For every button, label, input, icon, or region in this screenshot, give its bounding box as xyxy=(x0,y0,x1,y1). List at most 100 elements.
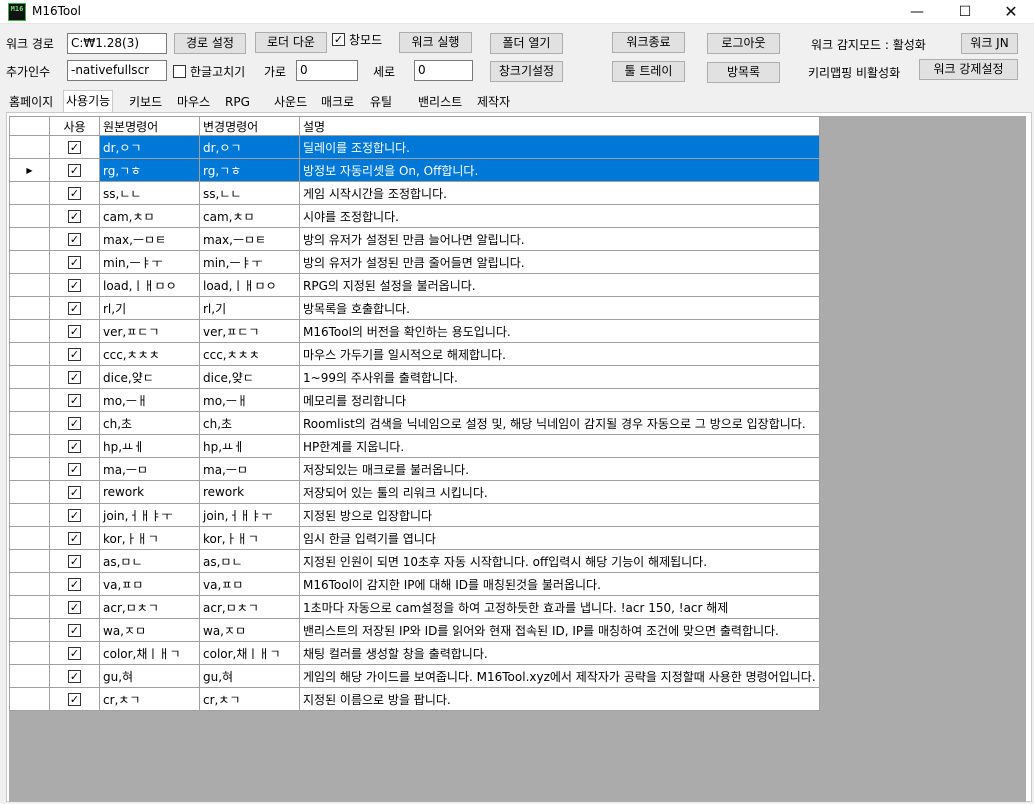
window-size-settings-button[interactable]: 창크기설정 xyxy=(490,61,563,82)
table-row[interactable]: ✓ dice,얒ㄷ dice,얒ㄷ 1~99의 주사위를 출력합니다. xyxy=(9,365,820,389)
table-row[interactable]: ✓ ccc,ㅊㅊㅊ ccc,ㅊㅊㅊ 마우스 가두기를 일시적으로 해제합니다. xyxy=(9,342,820,366)
close-icon[interactable]: ✕ xyxy=(988,0,1034,24)
description-cell[interactable]: Roomlist의 검색을 닉네임으로 설정 및, 해당 닉네임이 감지될 경우… xyxy=(299,411,820,435)
description-cell[interactable]: 밴리스트의 저장된 IP와 ID를 읽어와 현재 접속된 ID, IP를 매칭하… xyxy=(299,618,820,642)
table-row[interactable]: ✓ rl,기 rl,기 방목록을 호출합니다. xyxy=(9,296,820,320)
use-checkbox[interactable]: ✓ xyxy=(68,532,81,545)
row-header[interactable] xyxy=(9,204,50,228)
set-path-button[interactable]: 경로 설정 xyxy=(174,33,246,54)
use-checkbox[interactable]: ✓ xyxy=(68,624,81,637)
changed-command-cell[interactable]: rg,ㄱㅎ xyxy=(199,158,300,182)
row-header[interactable] xyxy=(9,250,50,274)
original-command-cell[interactable]: as,ㅁㄴ xyxy=(99,549,200,573)
original-command-cell[interactable]: cr,ㅊㄱ xyxy=(99,687,200,711)
column-header-original-command[interactable]: 원본명령어 xyxy=(99,116,200,136)
description-cell[interactable]: 방목록을 호출합니다. xyxy=(299,296,820,320)
tab-features[interactable]: 사용기능 xyxy=(63,90,114,113)
row-header[interactable] xyxy=(9,572,50,596)
use-checkbox[interactable]: ✓ xyxy=(68,187,81,200)
room-list-button[interactable]: 방목록 xyxy=(707,62,780,83)
original-command-cell[interactable]: rework xyxy=(99,480,200,504)
loader-download-button[interactable]: 로더 다운 xyxy=(255,32,327,53)
table-row[interactable]: ✓ acr,ㅁㅊㄱ acr,ㅁㅊㄱ 1초마다 자동으로 cam설정을 하여 고정하듯한… xyxy=(9,595,820,619)
description-cell[interactable]: RPG의 지정된 설정을 불러옵니다. xyxy=(299,273,820,297)
row-header[interactable]: ▶ xyxy=(9,158,50,182)
row-header[interactable] xyxy=(9,457,50,481)
changed-command-cell[interactable]: rework xyxy=(199,480,300,504)
table-row[interactable]: ✓ ch,초 ch,초 Roomlist의 검색을 닉네임으로 설정 및, 해당 닉네… xyxy=(9,411,820,435)
description-cell[interactable]: 지정된 이름으로 방을 팝니다. xyxy=(299,687,820,711)
width-field[interactable]: 0 xyxy=(296,60,358,81)
use-checkbox[interactable]: ✓ xyxy=(68,394,81,407)
use-checkbox[interactable]: ✓ xyxy=(68,348,81,361)
table-row[interactable]: ✓ kor,ㅏㅐㄱ kor,ㅏㅐㄱ 임시 한글 입력기를 엽니다 xyxy=(9,526,820,550)
changed-command-cell[interactable]: hp,ㅛㅔ xyxy=(199,434,300,458)
description-cell[interactable]: 시야를 조정합니다. xyxy=(299,204,820,228)
row-header[interactable] xyxy=(9,434,50,458)
row-header[interactable] xyxy=(9,135,50,159)
table-row[interactable]: ✓ va,ㅍㅁ va,ㅍㅁ M16Tool이 감지한 IP에 대해 ID를 매칭된것을… xyxy=(9,572,820,596)
row-header[interactable] xyxy=(9,687,50,711)
changed-command-cell[interactable]: min,ㅡㅑㅜ xyxy=(199,250,300,274)
changed-command-cell[interactable]: kor,ㅏㅐㄱ xyxy=(199,526,300,550)
changed-command-cell[interactable]: ccc,ㅊㅊㅊ xyxy=(199,342,300,366)
row-header[interactable] xyxy=(9,618,50,642)
row-header[interactable] xyxy=(9,595,50,619)
changed-command-cell[interactable]: cam,ㅊㅁ xyxy=(199,204,300,228)
use-checkbox[interactable]: ✓ xyxy=(68,647,81,660)
force-settings-button[interactable]: 워크 강제설정 xyxy=(919,59,1018,80)
table-row[interactable]: ✓ cam,ㅊㅁ cam,ㅊㅁ 시야를 조정합니다. xyxy=(9,204,820,228)
changed-command-cell[interactable]: va,ㅍㅁ xyxy=(199,572,300,596)
use-checkbox[interactable]: ✓ xyxy=(68,509,81,522)
row-header[interactable] xyxy=(9,319,50,343)
column-header-changed-command[interactable]: 변경명령어 xyxy=(199,116,300,136)
description-cell[interactable]: 방정보 자동리셋을 On, Off합니다. xyxy=(299,158,820,182)
original-command-cell[interactable]: min,ㅡㅑㅜ xyxy=(99,250,200,274)
changed-command-cell[interactable]: join,ㅓㅐㅑㅜ xyxy=(199,503,300,527)
row-header[interactable] xyxy=(9,641,50,665)
changed-command-cell[interactable]: as,ㅁㄴ xyxy=(199,549,300,573)
changed-command-cell[interactable]: dice,얒ㄷ xyxy=(199,365,300,389)
use-checkbox[interactable]: ✓ xyxy=(68,417,81,430)
original-command-cell[interactable]: hp,ㅛㅔ xyxy=(99,434,200,458)
commands-grid[interactable]: 사용 원본명령어 변경명령어 설명 ✓ dr,ㅇㄱ dr,ㅇㄱ 딜레이를 조정합니다.… xyxy=(9,116,1026,802)
table-row[interactable]: ▶ ✓ rg,ㄱㅎ rg,ㄱㅎ 방정보 자동리셋을 On, Off합니다. xyxy=(9,158,820,182)
row-header[interactable] xyxy=(9,227,50,251)
tab-utility[interactable]: 유틸 xyxy=(367,93,395,112)
use-checkbox[interactable]: ✓ xyxy=(68,486,81,499)
row-header[interactable] xyxy=(9,273,50,297)
description-cell[interactable]: 게임 시작시간을 조정합니다. xyxy=(299,181,820,205)
changed-command-cell[interactable]: acr,ㅁㅊㄱ xyxy=(199,595,300,619)
use-checkbox[interactable]: ✓ xyxy=(68,233,81,246)
original-command-cell[interactable]: load,ㅣㅐㅁㅇ xyxy=(99,273,200,297)
tool-tray-button[interactable]: 툴 트레이 xyxy=(612,61,685,82)
description-cell[interactable]: 저장되어 있는 툴의 리워크 시킵니다. xyxy=(299,480,820,504)
original-command-cell[interactable]: va,ㅍㅁ xyxy=(99,572,200,596)
description-cell[interactable]: 임시 한글 입력기를 엽니다 xyxy=(299,526,820,550)
description-cell[interactable]: 방의 유저가 설정된 만큼 늘어나면 알립니다. xyxy=(299,227,820,251)
table-row[interactable]: ✓ as,ㅁㄴ as,ㅁㄴ 지정된 인원이 되면 10초후 자동 시작합니다. off… xyxy=(9,549,820,573)
table-row[interactable]: ✓ ma,ㅡㅁ ma,ㅡㅁ 저장되있는 매크로를 불러옵니다. xyxy=(9,457,820,481)
use-checkbox[interactable]: ✓ xyxy=(68,463,81,476)
description-cell[interactable]: 1~99의 주사위를 출력합니다. xyxy=(299,365,820,389)
description-cell[interactable]: M16Tool이 감지한 IP에 대해 ID를 매칭된것을 불러옵니다. xyxy=(299,572,820,596)
row-header[interactable] xyxy=(9,480,50,504)
maximize-icon[interactable]: ☐ xyxy=(942,0,988,24)
row-header[interactable] xyxy=(9,365,50,389)
use-checkbox[interactable]: ✓ xyxy=(68,578,81,591)
use-checkbox[interactable]: ✓ xyxy=(68,555,81,568)
use-checkbox[interactable]: ✓ xyxy=(68,371,81,384)
tab-ban-list[interactable]: 밴리스트 xyxy=(415,93,465,112)
description-cell[interactable]: 지정된 인원이 되면 10초후 자동 시작합니다. off입력시 해당 기능이 … xyxy=(299,549,820,573)
column-header-description[interactable]: 설명 xyxy=(299,116,820,136)
changed-command-cell[interactable]: ch,초 xyxy=(199,411,300,435)
row-header[interactable] xyxy=(9,526,50,550)
tab-author[interactable]: 제작자 xyxy=(474,93,513,112)
original-command-cell[interactable]: ccc,ㅊㅊㅊ xyxy=(99,342,200,366)
use-checkbox[interactable]: ✓ xyxy=(68,256,81,269)
table-row[interactable]: ✓ cr,ㅊㄱ cr,ㅊㄱ 지정된 이름으로 방을 팝니다. xyxy=(9,687,820,711)
description-cell[interactable]: 지정된 방으로 입장합니다 xyxy=(299,503,820,527)
table-row[interactable]: ✓ min,ㅡㅑㅜ min,ㅡㅑㅜ 방의 유저가 설정된 만큼 줄어들면 알립니다. xyxy=(9,250,820,274)
description-cell[interactable]: 채팅 컬러를 생성할 창을 출력합니다. xyxy=(299,641,820,665)
description-cell[interactable]: HP한계를 지웁니다. xyxy=(299,434,820,458)
